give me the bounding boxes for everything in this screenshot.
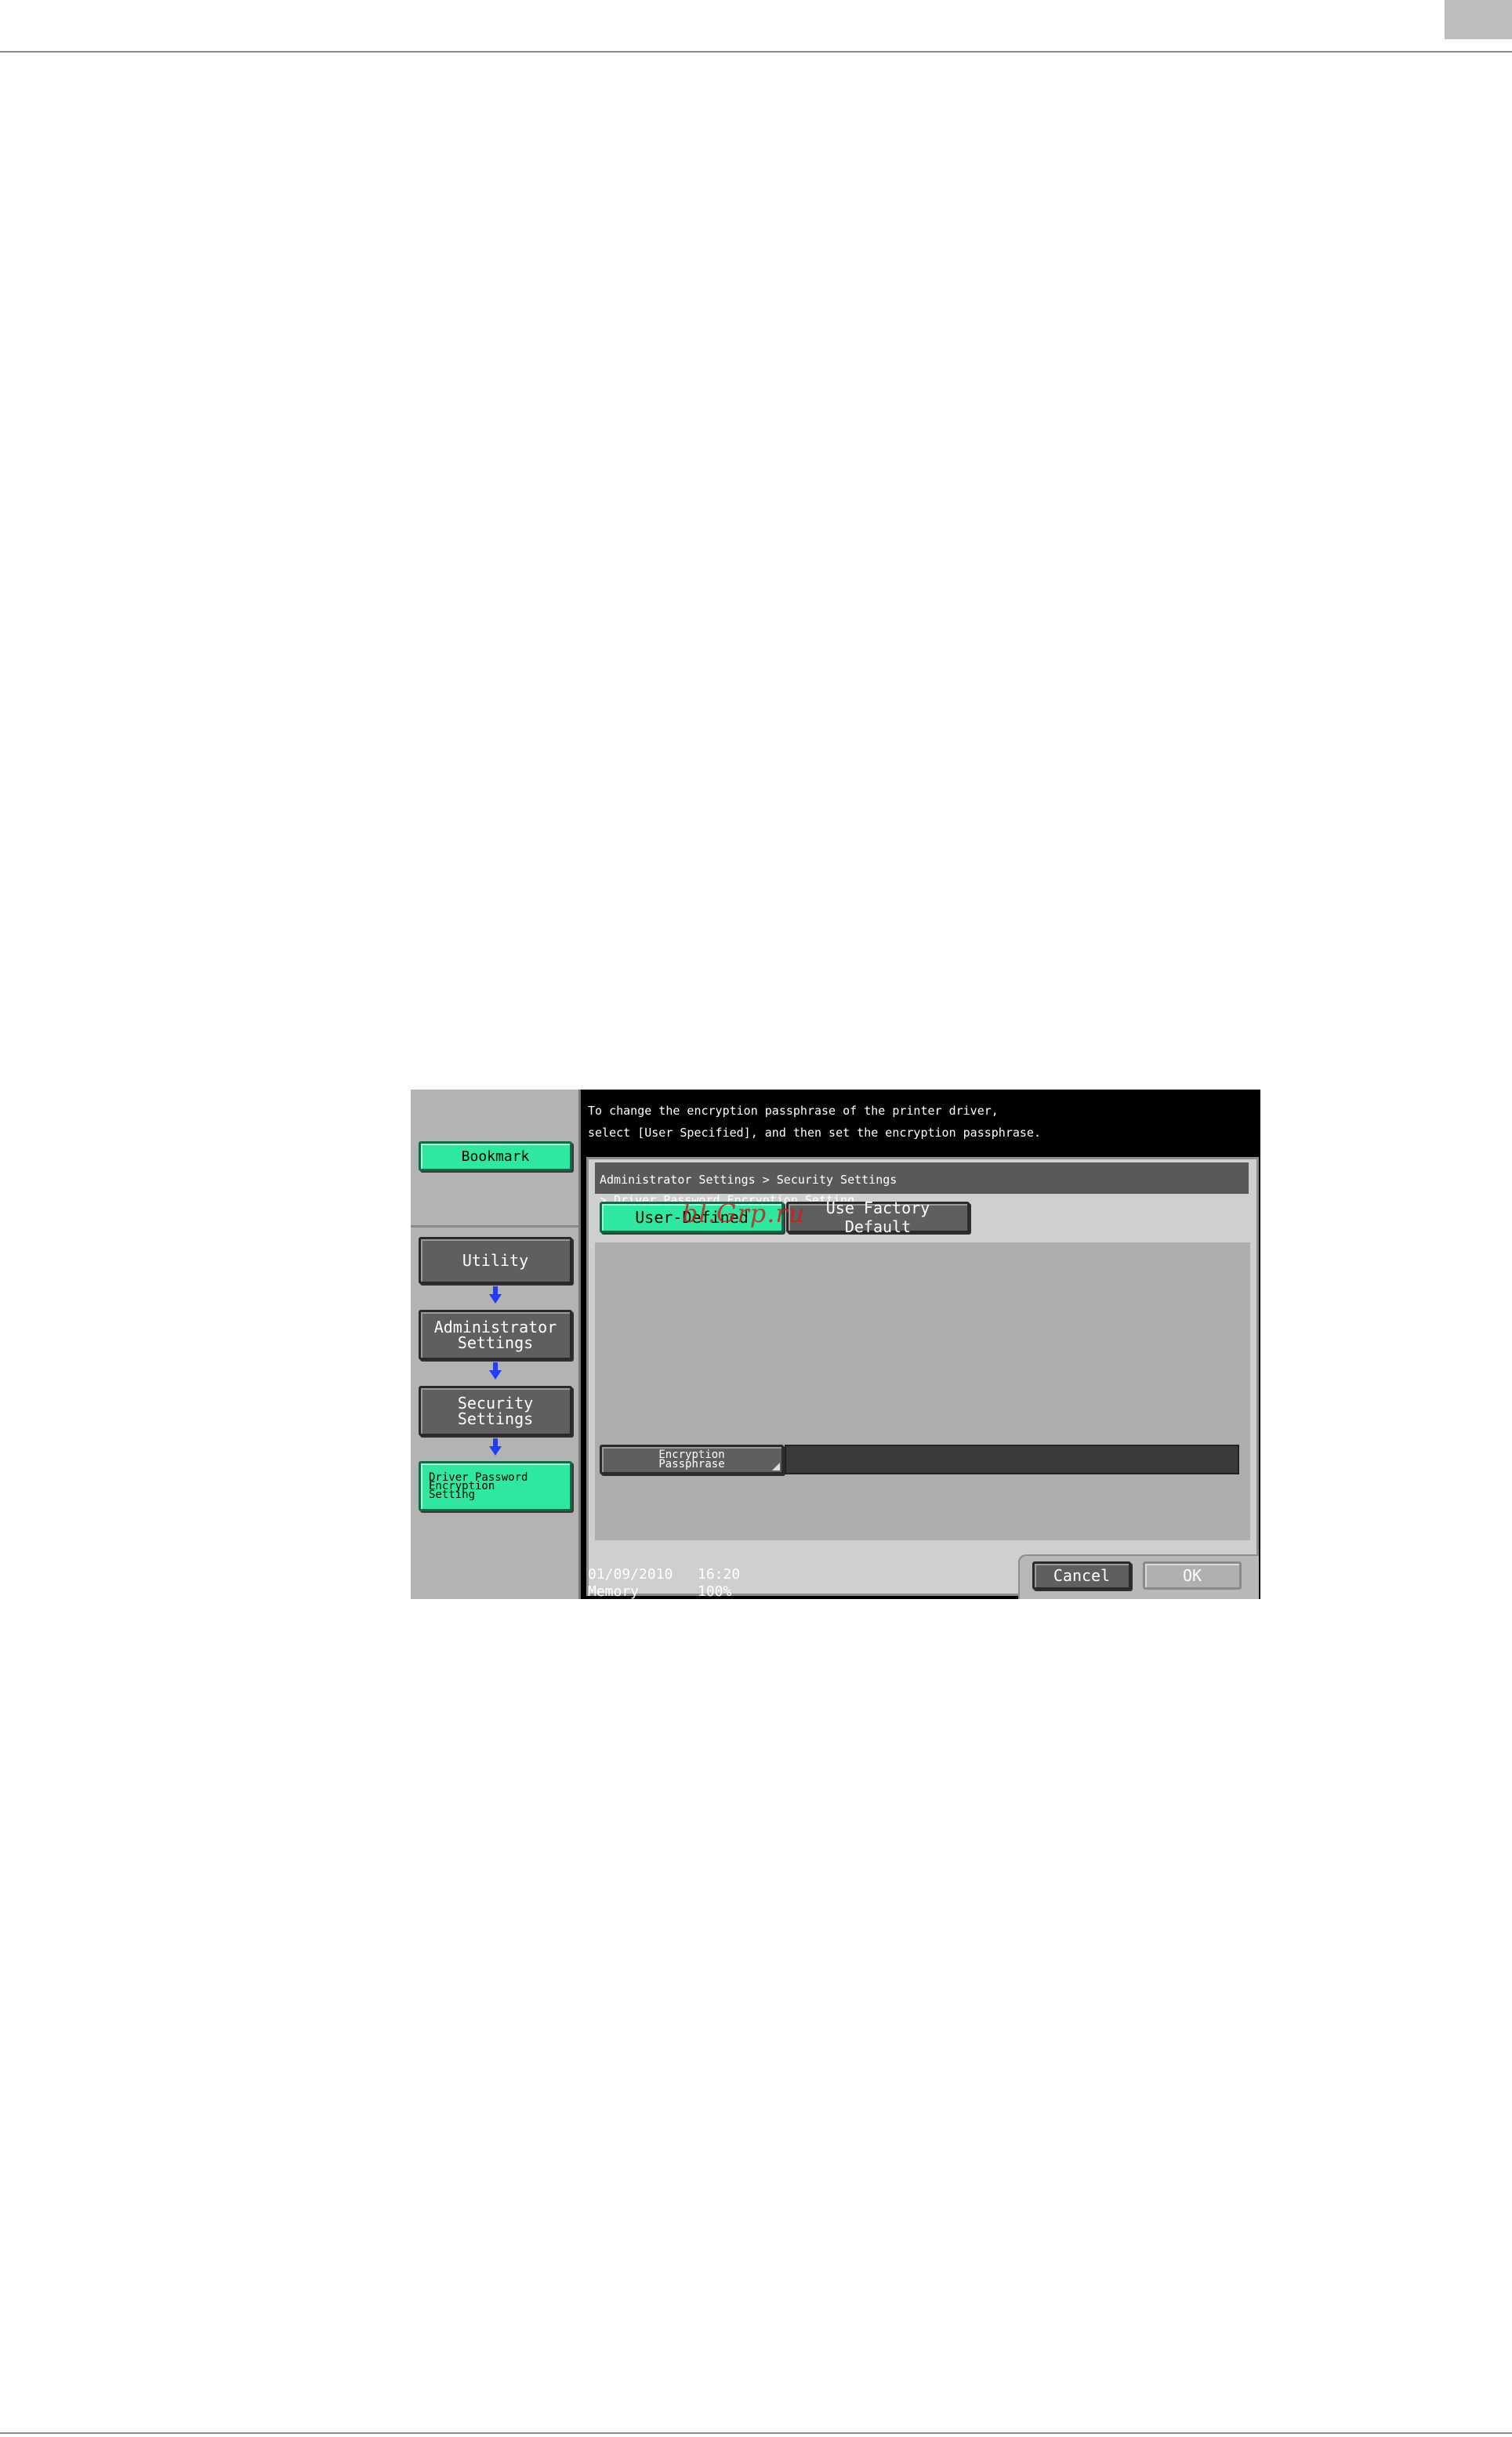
status-date: 01/09/2010 bbox=[588, 1566, 673, 1583]
passphrase-field[interactable] bbox=[785, 1445, 1239, 1474]
watermark: bl.Grp.ru bbox=[682, 1199, 806, 1228]
instruction-line: select [User Specified], and then set th… bbox=[588, 1126, 1041, 1140]
down-arrow-icon bbox=[489, 1438, 502, 1456]
footer-rule bbox=[0, 2432, 1512, 2434]
content-area bbox=[595, 1242, 1250, 1540]
nav-security-settings-button[interactable]: Security Settings bbox=[419, 1386, 572, 1436]
ok-button[interactable]: OK bbox=[1143, 1561, 1242, 1590]
status-bar: 01/09/2010 16:20 Memory 100% bbox=[588, 1566, 740, 1599]
status-time: 16:20 bbox=[698, 1566, 741, 1583]
memory-value: 100% bbox=[698, 1583, 732, 1599]
breadcrumb: Administrator Settings > Security Settin… bbox=[595, 1162, 1249, 1206]
corner-triangle-icon bbox=[772, 1463, 780, 1471]
nav-administrator-settings-button[interactable]: Administrator Settings bbox=[419, 1310, 572, 1360]
nav-driver-password-encryption-button[interactable]: Driver Password Encryption Setting bbox=[419, 1461, 572, 1511]
encryption-passphrase-button[interactable]: Encryption Passphrase bbox=[600, 1445, 784, 1474]
instruction-message: To change the encryption passphrase of t… bbox=[588, 1094, 1254, 1149]
breadcrumb-line: Administrator Settings > Security Settin… bbox=[600, 1173, 897, 1187]
panel-divider bbox=[411, 1225, 578, 1228]
instruction-line: To change the encryption passphrase of t… bbox=[588, 1104, 999, 1118]
header-rule bbox=[0, 51, 1512, 53]
left-panel: Bookmark Utility Administrator Settings … bbox=[411, 1090, 581, 1599]
nav-utility-button[interactable]: Utility bbox=[419, 1237, 572, 1284]
memory-label: Memory bbox=[588, 1583, 640, 1599]
cancel-button[interactable]: Cancel bbox=[1032, 1561, 1131, 1590]
encryption-passphrase-label: Encryption Passphrase bbox=[658, 1449, 725, 1471]
control-panel-screen: Bookmark Utility Administrator Settings … bbox=[411, 1090, 1260, 1599]
down-arrow-icon bbox=[489, 1362, 502, 1380]
use-factory-default-button[interactable]: Use Factory Default bbox=[786, 1199, 970, 1236]
bookmark-button[interactable]: Bookmark bbox=[419, 1141, 572, 1171]
down-arrow-icon bbox=[489, 1286, 502, 1304]
page-corner-tab bbox=[1445, 0, 1512, 39]
